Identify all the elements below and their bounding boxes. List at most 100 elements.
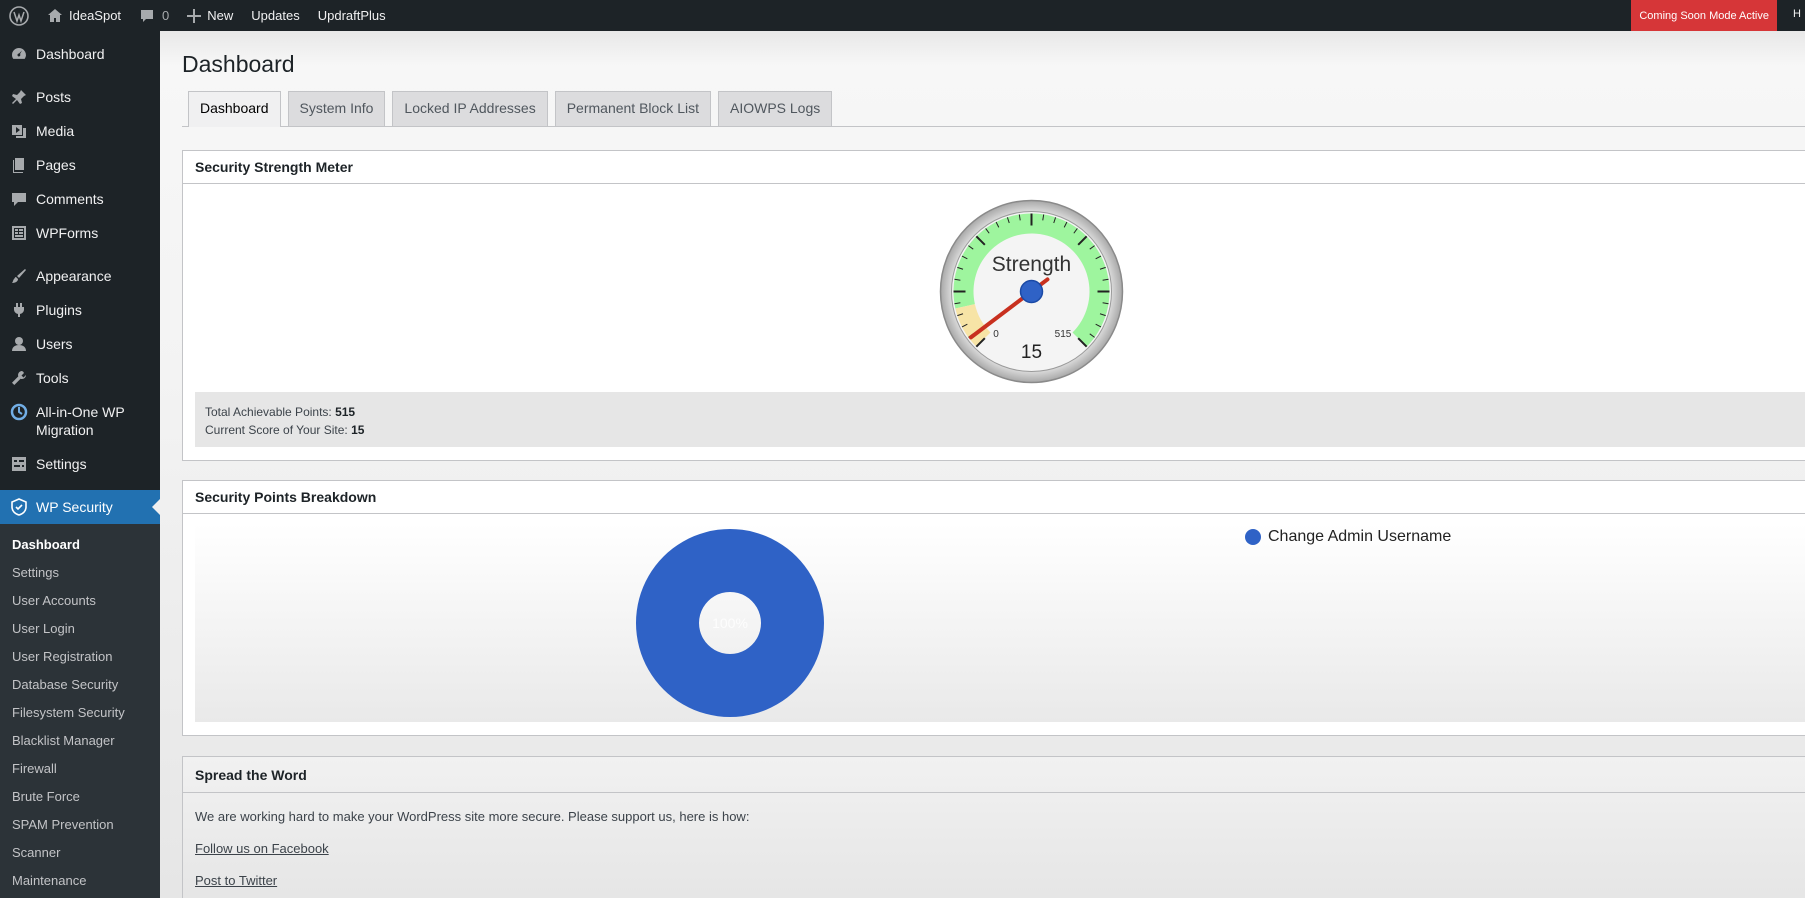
wrench-icon: [10, 369, 28, 387]
migration-icon: [10, 403, 28, 421]
wp-security-submenu: Dashboard Settings User Accounts User Lo…: [0, 524, 160, 898]
comment-icon: [10, 190, 28, 208]
submenu-brute-force[interactable]: Brute Force: [0, 783, 160, 811]
comments-count: 0: [162, 8, 170, 23]
security-points-breakdown-box: Security Points Breakdown 100% Change Ad…: [182, 480, 1805, 736]
tab-permanent-block-list[interactable]: Permanent Block List: [554, 91, 711, 126]
tab-system-info[interactable]: System Info: [287, 91, 386, 126]
submenu-scanner[interactable]: Scanner: [0, 839, 160, 867]
updates-link[interactable]: Updates: [242, 0, 308, 31]
sidebar-item-pages[interactable]: Pages: [0, 148, 160, 182]
sidebar-item-wpforms[interactable]: WPForms: [0, 216, 160, 250]
sidebar-item-label: Media: [36, 123, 75, 139]
total-points-value: 515: [335, 405, 356, 419]
legend-label: Change Admin Username: [1268, 528, 1452, 545]
security-strength-meter-box: Security Strength Meter Strength 0 515 1…: [182, 150, 1805, 461]
total-points-label: Total Achievable Points:: [205, 405, 336, 419]
shield-icon: [10, 498, 28, 516]
home-icon: [48, 8, 62, 22]
sidebar-item-label: Appearance: [36, 268, 112, 284]
submenu-user-accounts[interactable]: User Accounts: [0, 587, 160, 615]
nav-tabs: Dashboard System Info Locked IP Addresse…: [188, 91, 839, 127]
submenu-settings[interactable]: Settings: [0, 559, 160, 587]
main-content: Dashboard Dashboard System Info Locked I…: [160, 31, 1805, 898]
adminbar-cut-item[interactable]: H: [1793, 8, 1801, 20]
sidebar-item-users[interactable]: Users: [0, 327, 160, 361]
box-heading: Security Points Breakdown: [183, 481, 1805, 514]
tab-aiowps-logs[interactable]: AIOWPS Logs: [718, 91, 833, 126]
total-points-line: Total Achievable Points: 515: [205, 403, 1805, 421]
sidebar-item-migration[interactable]: All-in-One WP Migration: [0, 395, 160, 447]
gauge-max-label: 515: [1055, 329, 1072, 340]
sidebar-item-label: Pages: [36, 157, 76, 173]
submenu-spam-prevention[interactable]: SPAM Prevention: [0, 811, 160, 839]
submenu-firewall[interactable]: Firewall: [0, 755, 160, 783]
strength-gauge: Strength 0 515 15: [939, 199, 1124, 384]
sidebar-item-label: All-in-One WP Migration: [36, 404, 125, 438]
updraftplus-link[interactable]: UpdraftPlus: [309, 0, 395, 31]
brush-icon: [10, 267, 28, 285]
page-title: Dashboard: [182, 51, 295, 77]
site-name: IdeaSpot: [69, 8, 122, 23]
sidebar-item-label: WP Security: [36, 499, 113, 515]
tab-locked-ip-addresses[interactable]: Locked IP Addresses: [392, 91, 548, 126]
sidebar-item-tools[interactable]: Tools: [0, 361, 160, 395]
comments-link[interactable]: 0: [130, 0, 178, 31]
new-content-link[interactable]: New: [178, 0, 242, 31]
tab-dashboard[interactable]: Dashboard: [188, 91, 281, 127]
legend-dot: [1245, 529, 1261, 545]
current-score-value: 15: [351, 423, 365, 437]
new-label: New: [207, 8, 234, 23]
breakdown-chart: 100% Change Admin Username: [195, 524, 1805, 722]
sidebar-item-media[interactable]: Media: [0, 114, 160, 148]
box-heading: Spread the Word: [183, 757, 1805, 793]
settings-icon: [10, 455, 28, 473]
sidebar-item-wp-security[interactable]: WP Security: [0, 490, 160, 524]
sidebar-item-dashboard[interactable]: Dashboard: [0, 37, 160, 71]
facebook-link[interactable]: Follow us on Facebook: [195, 841, 329, 856]
site-name-link[interactable]: IdeaSpot: [38, 0, 130, 31]
submenu-dashboard[interactable]: Dashboard: [0, 531, 160, 559]
sidebar-item-label: Dashboard: [36, 46, 105, 62]
pin-icon: [10, 88, 28, 106]
submenu-blacklist-manager[interactable]: Blacklist Manager: [0, 727, 160, 755]
chart-legend[interactable]: Change Admin Username: [1245, 528, 1451, 546]
sidebar-item-settings[interactable]: Settings: [0, 447, 160, 481]
coming-soon-badge[interactable]: Coming Soon Mode Active: [1631, 0, 1777, 31]
current-score-label: Current Score of Your Site:: [205, 423, 352, 437]
submenu-database-security[interactable]: Database Security: [0, 671, 160, 699]
submenu-maintenance[interactable]: Maintenance: [0, 867, 160, 895]
submenu-user-registration[interactable]: User Registration: [0, 643, 160, 671]
user-icon: [10, 335, 28, 353]
sidebar-item-label: Comments: [36, 191, 104, 207]
sidebar-item-label: WPForms: [36, 225, 99, 241]
gauge-label: Strength: [992, 253, 1071, 276]
sidebar-item-plugins[interactable]: Plugins: [0, 293, 160, 327]
gauge-min-label: 0: [993, 329, 999, 340]
plug-icon: [10, 301, 28, 319]
admin-bar: IdeaSpot 0 New Updates UpdraftPlus Comin…: [0, 0, 1805, 31]
sidebar-item-label: Plugins: [36, 302, 82, 318]
twitter-link[interactable]: Post to Twitter: [195, 873, 277, 888]
donut-chart: 100%: [635, 529, 824, 717]
box-heading: Security Strength Meter: [183, 151, 1805, 184]
submenu-user-login[interactable]: User Login: [0, 615, 160, 643]
sidebar-item-posts[interactable]: Posts: [0, 80, 160, 114]
sidebar-item-appearance[interactable]: Appearance: [0, 259, 160, 293]
sidebar-item-comments[interactable]: Comments: [0, 182, 160, 216]
score-info-panel: Total Achievable Points: 515 Current Sco…: [195, 392, 1805, 447]
comment-icon: [141, 9, 154, 22]
sidebar-item-label: Tools: [36, 370, 69, 386]
gauge-value-label: 15: [1021, 342, 1042, 363]
dashboard-icon: [10, 45, 28, 63]
updraftplus-label: UpdraftPlus: [317, 8, 386, 23]
updates-label: Updates: [251, 8, 300, 23]
plus-icon: [187, 8, 202, 23]
wordpress-logo-icon[interactable]: [0, 0, 38, 31]
spread-the-word-box: Spread the Word We are working hard to m…: [182, 756, 1805, 898]
submenu-filesystem-security[interactable]: Filesystem Security: [0, 699, 160, 727]
media-icon: [10, 122, 28, 140]
forms-icon: [10, 224, 28, 242]
sidebar-item-label: Settings: [36, 456, 87, 472]
pages-icon: [10, 156, 28, 174]
